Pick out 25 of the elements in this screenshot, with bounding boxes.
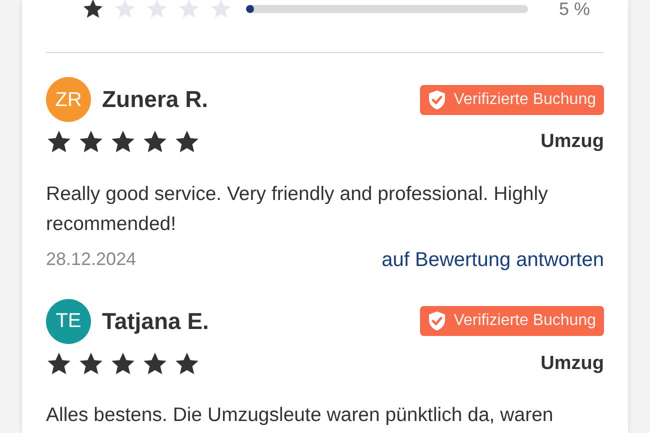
star-icon xyxy=(82,0,104,20)
star-icon xyxy=(110,350,136,377)
star-icon xyxy=(46,350,72,377)
reply-link[interactable]: auf Bewertung antworten xyxy=(382,244,604,274)
badge-label: Verifizierte Buchung xyxy=(454,311,596,331)
service-label: Umzug xyxy=(540,130,604,154)
star-icon xyxy=(146,0,168,20)
reviewer-name: Tatjana E. xyxy=(102,306,209,336)
reviewer-name: Zunera R. xyxy=(102,85,208,114)
percent-label: 5 % xyxy=(558,0,590,19)
star-icon xyxy=(210,0,232,20)
avatar: ZR xyxy=(46,77,91,122)
review-text: Alles bestens. Die Umzugsleute waren pünktlich da, waren xyxy=(46,403,554,428)
star-icon xyxy=(114,0,136,20)
avatar: TE xyxy=(46,298,91,344)
review-date: 28.12.2024 xyxy=(46,248,136,271)
shield-check-icon xyxy=(428,311,446,331)
shield-check-icon xyxy=(428,90,446,110)
review-text: Really good service. Very friendly and professional. Highly recommended! xyxy=(46,182,549,236)
badge-label: Verifizierte Buchung xyxy=(454,90,596,110)
star-icon xyxy=(78,350,104,377)
star-icon xyxy=(142,350,168,377)
service-label: Umzug xyxy=(540,352,604,376)
star-icon xyxy=(174,350,200,377)
star-icon xyxy=(178,0,200,20)
